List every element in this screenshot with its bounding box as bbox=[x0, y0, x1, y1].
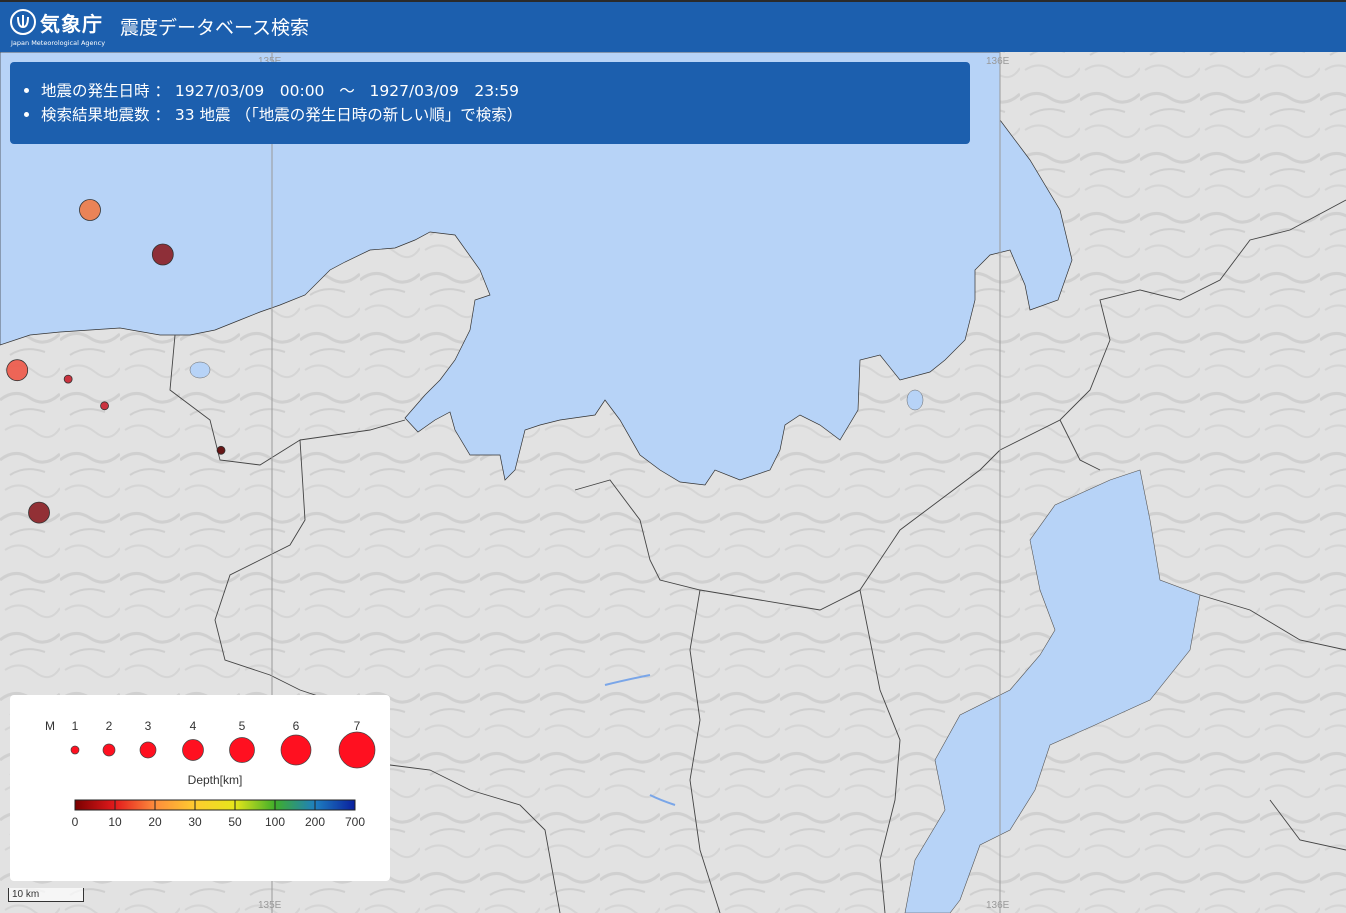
magnitude-marker bbox=[229, 737, 255, 763]
bullet-icon bbox=[24, 111, 29, 117]
lon-label-136e-top: 136E bbox=[986, 56, 1010, 67]
depth-tick-label: 10 bbox=[108, 815, 122, 829]
lon-label-136e-bottom: 136E bbox=[986, 900, 1010, 911]
magnitude-marker bbox=[70, 745, 80, 755]
jma-logo-icon bbox=[10, 9, 36, 35]
date-from: 1927/03/09 00:00 bbox=[174, 82, 325, 100]
earthquake-marker[interactable] bbox=[79, 199, 101, 221]
count-row: 検索結果地震数 ： 33 地震 （「地震の発生日時の新しい順」で検索） bbox=[24, 102, 970, 126]
date-range-row: 地震の発生日時 ： 1927/03/09 00:00 ～ 1927/03/09 … bbox=[24, 78, 970, 102]
magnitude-tick: 2 bbox=[106, 719, 113, 733]
lon-label-135e-bottom: 135E bbox=[258, 900, 282, 911]
lake bbox=[906, 389, 924, 411]
search-info-panel: 地震の発生日時 ： 1927/03/09 00:00 ～ 1927/03/09 … bbox=[10, 62, 970, 144]
bullet-icon bbox=[24, 87, 29, 93]
lake bbox=[189, 361, 211, 379]
date-to: 1927/03/09 23:59 bbox=[369, 82, 520, 100]
legend-graphic: M 1 2 3 4 5 6 7 Depth[km] 0 10 20 30 50 100 200 700 bbox=[45, 719, 376, 829]
earthquake-marker[interactable] bbox=[6, 359, 29, 382]
magnitude-marker bbox=[338, 731, 376, 769]
magnitude-tick: 7 bbox=[354, 719, 361, 733]
legend-panel: M 1 2 3 4 5 6 7 Depth[km] 0 10 20 30 50 100 200 700 bbox=[10, 695, 390, 881]
date-separator: ： bbox=[154, 82, 170, 100]
magnitude-marker bbox=[182, 739, 204, 761]
magnitude-tick: 5 bbox=[239, 719, 246, 733]
date-label: 地震の発生日時 bbox=[41, 82, 150, 100]
depth-tick-label: 50 bbox=[228, 815, 242, 829]
count-separator: ： bbox=[154, 106, 170, 124]
app-title: 震度データベース検索 bbox=[120, 17, 310, 39]
magnitude-marker bbox=[139, 741, 157, 759]
magnitude-label: M bbox=[45, 719, 55, 733]
scale-bar: 10 km bbox=[8, 888, 84, 902]
magnitude-marker bbox=[102, 743, 116, 757]
magnitude-tick: 4 bbox=[190, 719, 197, 733]
earthquake-marker[interactable] bbox=[28, 501, 50, 524]
depth-tick-label: 20 bbox=[148, 815, 162, 829]
depth-title: Depth[km] bbox=[188, 773, 243, 787]
count-label: 検索結果地震数 bbox=[41, 106, 150, 124]
jma-logo[interactable]: 気象庁 Japan Meteorological Agency bbox=[10, 7, 118, 49]
depth-color-bar bbox=[74, 799, 356, 811]
depth-tick-label: 0 bbox=[72, 815, 79, 829]
agency-name-jp: 気象庁 bbox=[40, 12, 103, 36]
count-value: 33 地震 bbox=[174, 106, 231, 124]
depth-tick-label: 100 bbox=[265, 815, 285, 829]
sort-note: （「地震の発生日時の新しい順」で検索） bbox=[235, 106, 523, 124]
magnitude-tick: 6 bbox=[293, 719, 300, 733]
earthquake-marker[interactable] bbox=[216, 445, 226, 455]
earthquake-marker[interactable] bbox=[100, 401, 109, 411]
magnitude-tick: 3 bbox=[145, 719, 152, 733]
depth-tick-label: 30 bbox=[188, 815, 202, 829]
depth-tick-label: 200 bbox=[305, 815, 325, 829]
magnitude-tick: 1 bbox=[72, 719, 79, 733]
earthquake-marker[interactable] bbox=[63, 374, 73, 384]
depth-tick-label: 700 bbox=[345, 815, 365, 829]
agency-name-en: Japan Meteorological Agency bbox=[11, 39, 106, 47]
app-header: 気象庁 Japan Meteorological Agency 震度データベース… bbox=[0, 0, 1346, 52]
date-tilde: ～ bbox=[339, 82, 355, 100]
earthquake-marker[interactable] bbox=[151, 243, 174, 266]
magnitude-marker bbox=[280, 734, 312, 766]
